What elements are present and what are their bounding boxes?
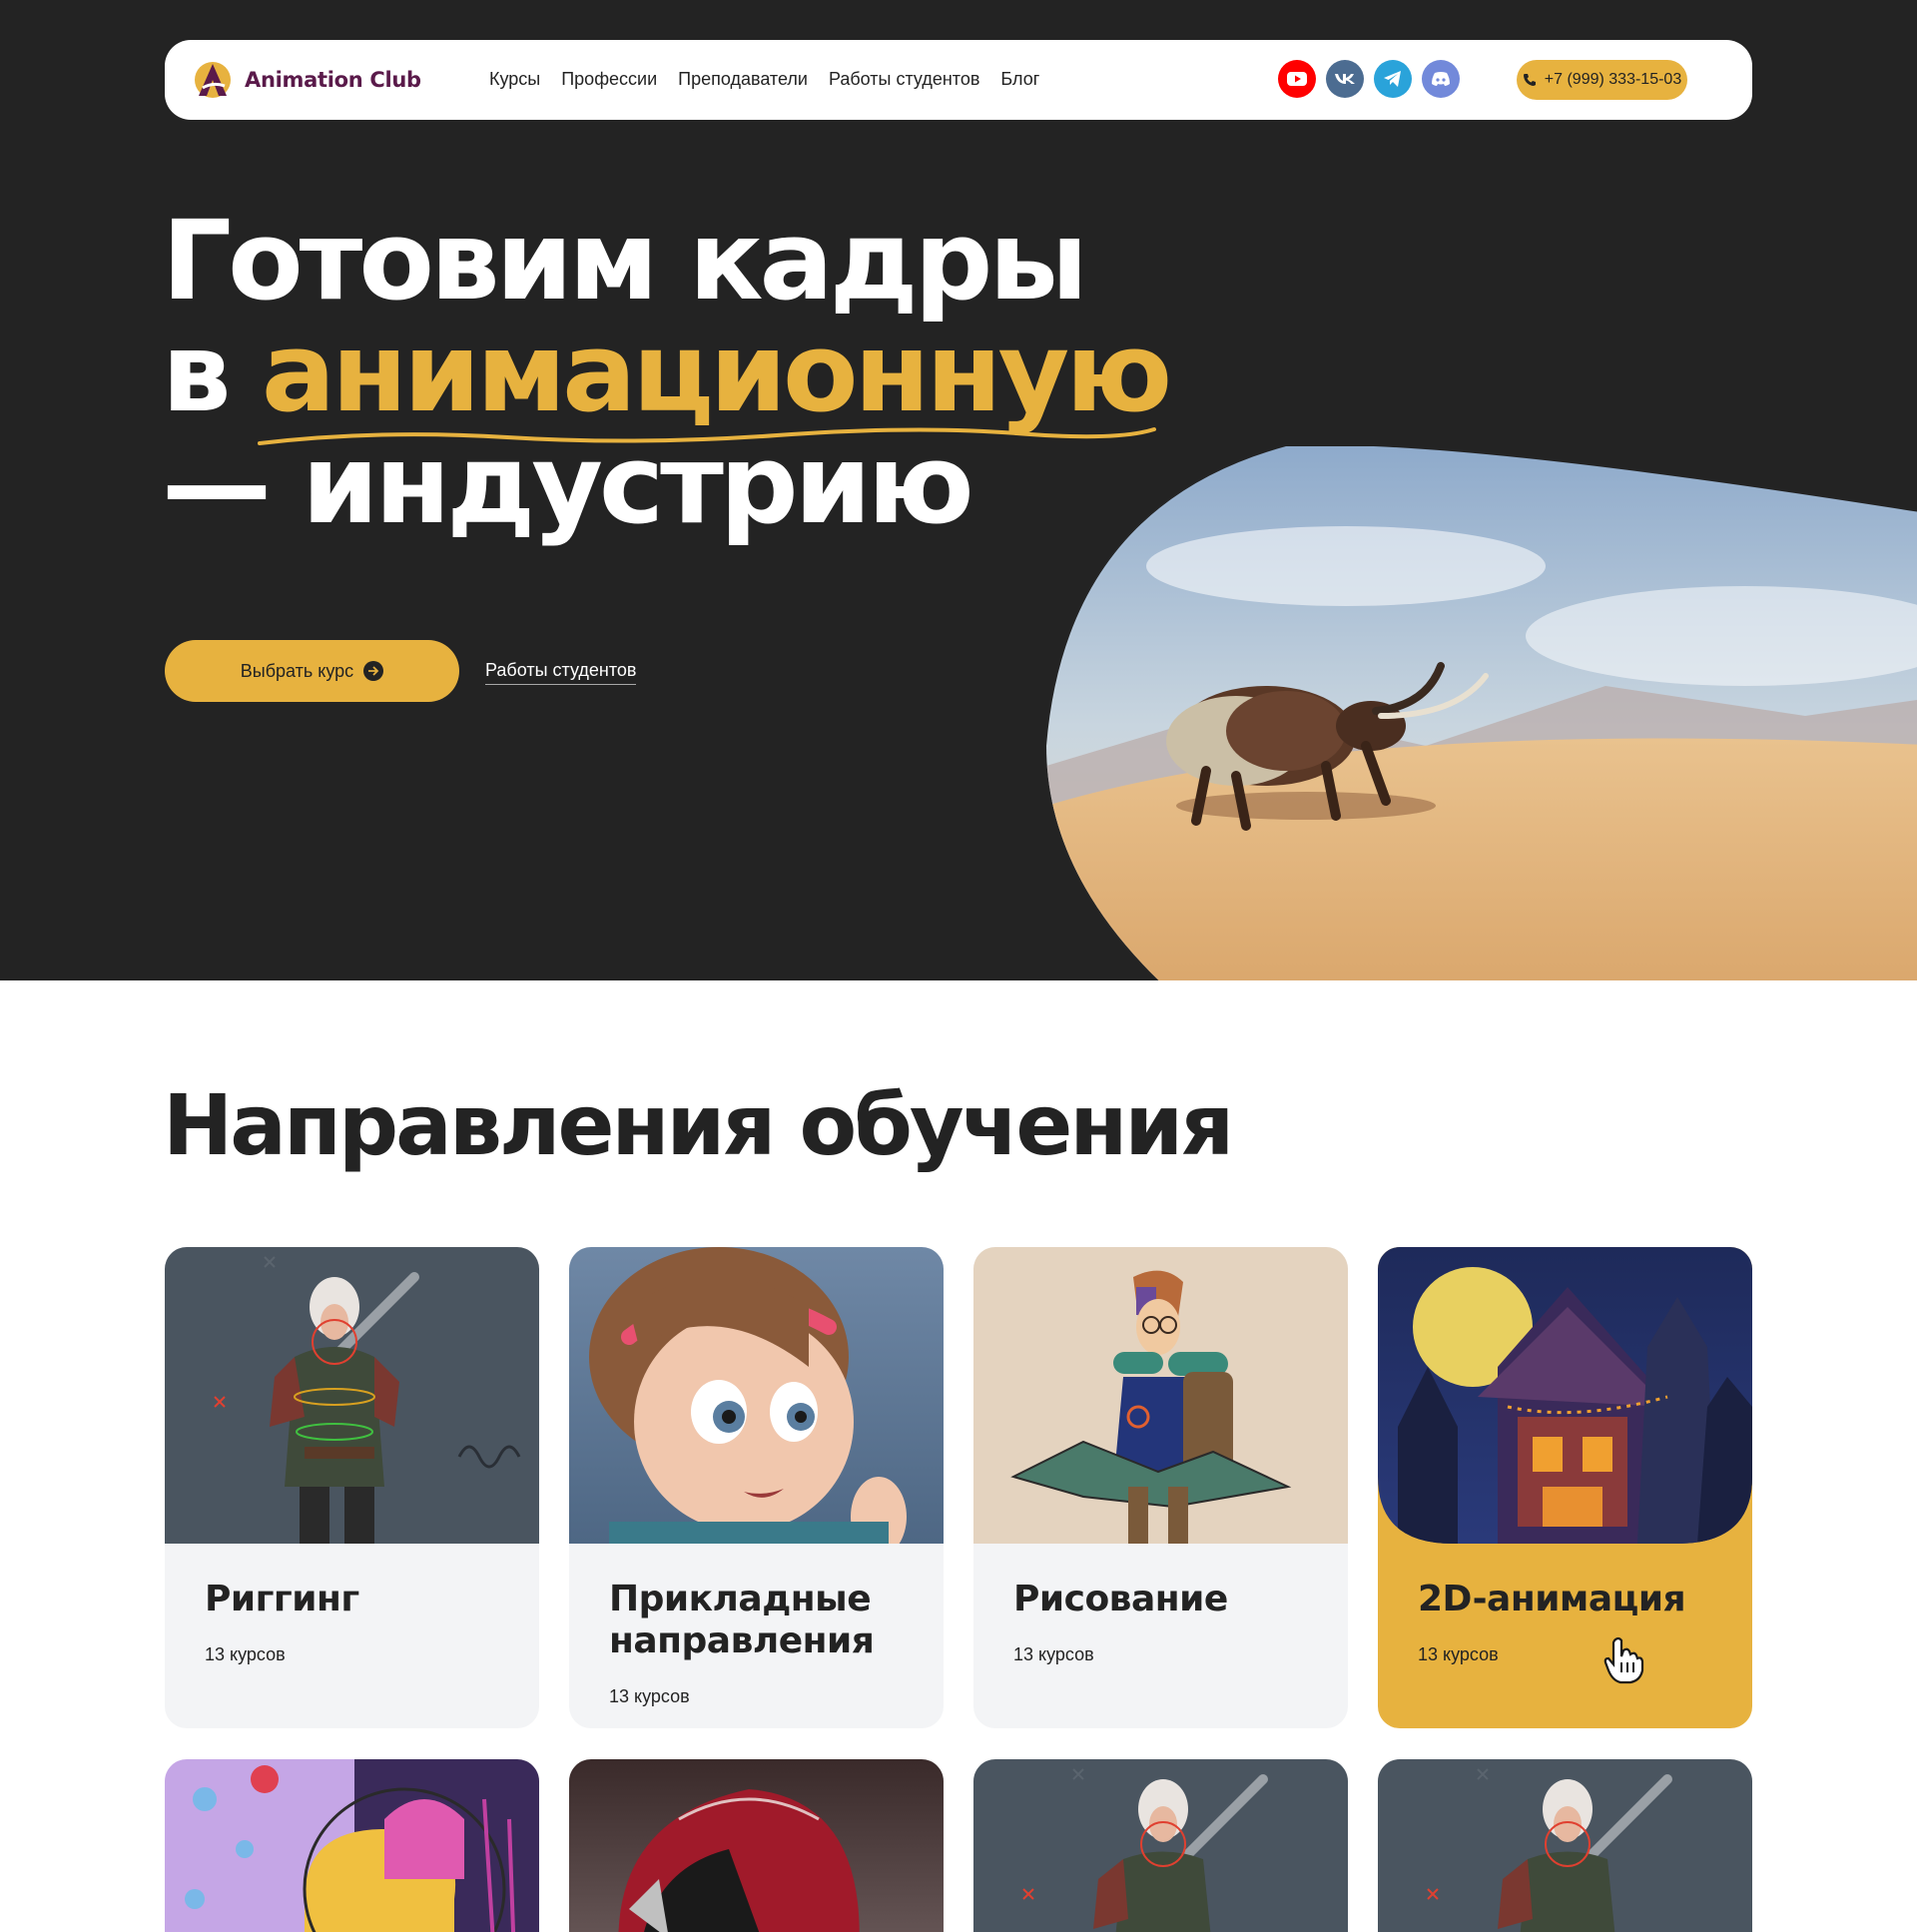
direction-card-row2-2[interactable] <box>569 1759 944 1932</box>
card-count: 13 курсов <box>609 1686 690 1706</box>
row2-image-1 <box>165 1759 539 1932</box>
section-title: Направления обучения <box>163 1076 1234 1174</box>
hero-section: Animation Club Курсы Профессии Преподава… <box>0 0 1917 980</box>
row2-image-3 <box>973 1759 1348 1932</box>
row2-image-4 <box>1378 1759 1752 1932</box>
direction-card-row2-4[interactable] <box>1378 1759 1752 1932</box>
youtube-icon[interactable] <box>1278 60 1316 98</box>
discord-icon[interactable] <box>1422 60 1460 98</box>
phone-button[interactable]: +7 (999) 333-15-03 <box>1517 60 1687 100</box>
hero-title-line2: в анимационную <box>162 317 1172 428</box>
nav-item-teachers[interactable]: Преподаватели <box>678 69 808 90</box>
card-title: Рисование <box>1013 1579 1228 1619</box>
hand-cursor-icon <box>1603 1636 1644 1684</box>
nav-item-blog[interactable]: Блог <box>1000 69 1039 90</box>
student-works-link[interactable]: Работы студентов <box>485 660 637 685</box>
choose-course-label: Выбрать курс <box>240 660 354 681</box>
telegram-icon[interactable] <box>1374 60 1412 98</box>
card-title: 2D-анимация <box>1418 1579 1686 1619</box>
choose-course-button[interactable]: Выбрать курс <box>165 640 459 702</box>
header-navbar: Animation Club Курсы Профессии Преподава… <box>165 40 1752 120</box>
hero-title: Готовим кадры в анимационную — индустрию <box>162 197 1172 540</box>
rigging-image <box>165 1247 539 1544</box>
direction-card-row2-3[interactable] <box>973 1759 1348 1932</box>
phone-icon <box>1523 74 1536 86</box>
card-title: Прикладные направления <box>609 1579 875 1661</box>
direction-card-row2-1[interactable] <box>165 1759 539 1932</box>
hero-title-accent: анимационную <box>261 309 1172 436</box>
hero-title-prefix: в <box>162 309 262 436</box>
nav-item-courses[interactable]: Курсы <box>489 69 540 90</box>
card-count: 13 курсов <box>1418 1644 1499 1664</box>
arrow-right-icon <box>363 661 384 681</box>
social-links <box>1278 60 1460 98</box>
row2-image-2 <box>569 1759 944 1932</box>
phone-number: +7 (999) 333-15-03 <box>1544 71 1682 88</box>
vk-icon[interactable] <box>1326 60 1364 98</box>
logo[interactable]: Animation Club <box>193 60 421 100</box>
main-nav: Курсы Профессии Преподаватели Работы сту… <box>489 69 1039 90</box>
drawing-image <box>973 1247 1348 1544</box>
direction-card-rigging[interactable]: Риггинг 13 курсов <box>165 1247 539 1728</box>
logo-text: Animation Club <box>245 68 421 92</box>
nav-item-student-works[interactable]: Работы студентов <box>829 69 979 90</box>
direction-card-applied[interactable]: Прикладные направления 13 курсов <box>569 1247 944 1728</box>
logo-icon <box>195 62 231 98</box>
direction-card-drawing[interactable]: Рисование 13 курсов <box>973 1247 1348 1728</box>
card-count: 13 курсов <box>1013 1644 1094 1664</box>
hero-bison-image <box>1046 446 1917 980</box>
card-title: Риггинг <box>205 1579 359 1619</box>
card-count: 13 курсов <box>205 1644 286 1664</box>
2d-animation-image <box>1378 1247 1752 1544</box>
applied-image <box>569 1247 944 1544</box>
hero-title-line1: Готовим кадры <box>162 197 1088 324</box>
accent-underline <box>258 427 1156 445</box>
direction-card-2d-animation[interactable]: 2D-анимация 13 курсов <box>1378 1247 1752 1728</box>
nav-item-professions[interactable]: Профессии <box>561 69 657 90</box>
